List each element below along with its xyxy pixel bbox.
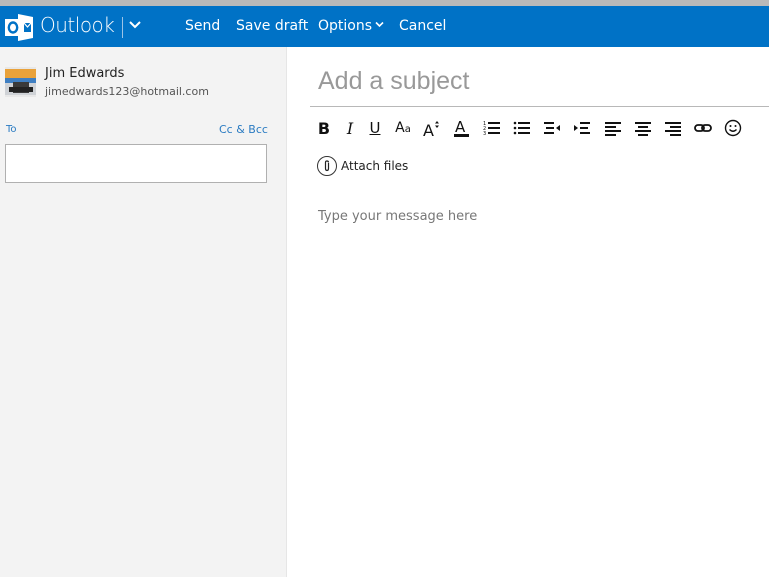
align-center-button[interactable] <box>632 116 654 140</box>
font-face-icon: Aa <box>395 120 411 136</box>
save-draft-button[interactable]: Save draft <box>236 18 308 34</box>
font-color-button[interactable]: A <box>451 116 473 140</box>
to-input[interactable] <box>5 144 267 183</box>
to-label: To <box>6 124 17 135</box>
align-right-icon <box>665 122 681 136</box>
app-brand: Outlook <box>40 13 115 37</box>
increase-indent-button[interactable] <box>571 116 593 140</box>
decrease-indent-button[interactable] <box>541 116 563 140</box>
font-face-button[interactable]: Aa <box>392 116 414 140</box>
font-size-icon: A <box>423 121 439 138</box>
decrease-indent-icon <box>544 122 560 134</box>
insert-link-button[interactable] <box>692 116 714 140</box>
align-center-icon <box>635 122 651 136</box>
font-size-button[interactable]: A <box>421 116 443 140</box>
attach-files-label: Attach files <box>341 159 409 173</box>
message-body-input[interactable] <box>310 205 760 565</box>
svg-text:3: 3 <box>483 131 486 137</box>
options-label: Options <box>318 18 373 34</box>
attach-files-button[interactable]: Attach files <box>317 156 408 176</box>
align-left-button[interactable] <box>602 116 624 140</box>
align-left-icon <box>605 122 621 136</box>
bulleted-list-button[interactable] <box>511 116 533 140</box>
sender-name: Jim Edwards <box>45 66 125 81</box>
paperclip-icon <box>317 156 337 176</box>
svg-text:A: A <box>423 121 434 138</box>
recipients-pane: Jim Edwards jimedwards123@hotmail.com To… <box>0 47 287 577</box>
emoji-button[interactable] <box>722 116 744 140</box>
link-icon <box>694 124 712 132</box>
chevron-down-icon[interactable] <box>128 18 142 32</box>
italic-icon: I <box>346 118 354 138</box>
svg-text:A: A <box>455 118 466 136</box>
options-button[interactable]: Options <box>318 18 384 34</box>
italic-button[interactable]: I <box>339 116 361 140</box>
cc-bcc-link[interactable]: Cc & Bcc <box>219 123 268 136</box>
underline-button[interactable]: U <box>364 116 386 140</box>
numbered-list-icon: 1 2 3 <box>483 121 500 137</box>
subject-input[interactable] <box>310 57 769 107</box>
header-separator <box>122 17 123 38</box>
outlook-logo-icon <box>5 14 33 41</box>
align-right-button[interactable] <box>662 116 684 140</box>
smiley-icon <box>724 119 742 137</box>
bulleted-list-icon <box>513 121 530 135</box>
avatar <box>5 67 36 97</box>
app-header: Outlook Send Save draft Options Cancel <box>0 6 769 47</box>
bold-button[interactable]: B <box>313 116 335 140</box>
increase-indent-icon <box>574 122 590 134</box>
bold-icon: B <box>317 118 331 138</box>
chevron-down-icon <box>375 21 384 28</box>
numbered-list-button[interactable]: 1 2 3 <box>481 116 503 140</box>
cancel-button[interactable]: Cancel <box>399 18 446 34</box>
sender-email: jimedwards123@hotmail.com <box>45 85 209 98</box>
send-button[interactable]: Send <box>185 18 220 34</box>
font-color-icon: A <box>454 118 469 137</box>
underline-icon: U <box>369 119 381 137</box>
